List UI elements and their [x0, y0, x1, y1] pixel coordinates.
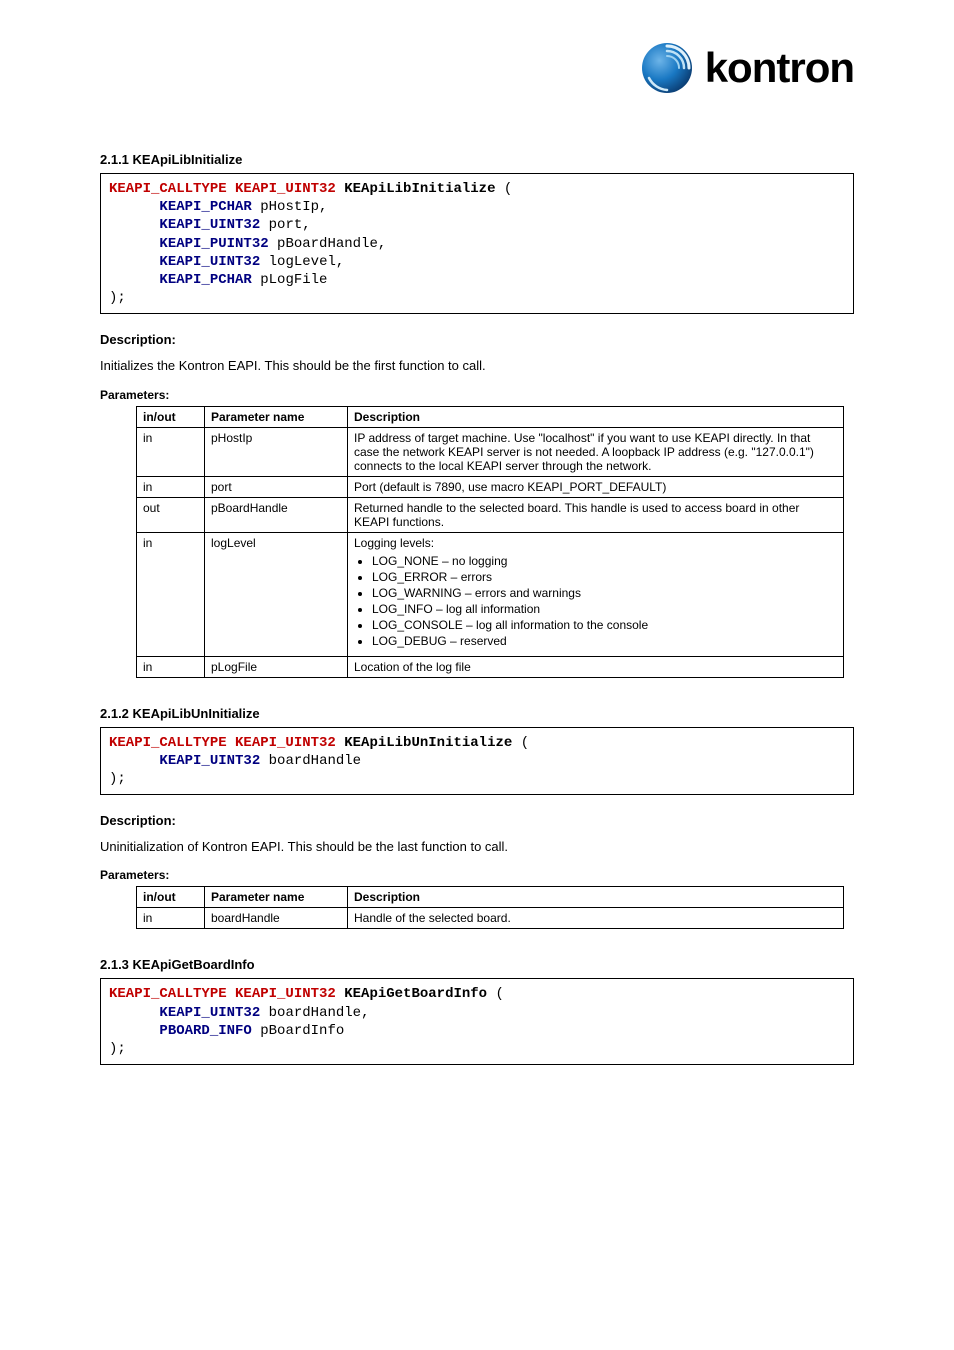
- table-row: in logLevel Logging levels: LOG_NONE – n…: [137, 532, 844, 656]
- kontron-swirl-icon: [641, 42, 693, 94]
- section-init: 2.1.1 KEApiLibInitialize KEAPI_CALLTYPE …: [100, 152, 854, 678]
- code-ret-type: KEAPI_CALLTYPE KEAPI_UINT32: [109, 181, 336, 197]
- code-uninit: KEAPI_CALLTYPE KEAPI_UINT32 KEApiLibUnIn…: [100, 727, 854, 796]
- brand-name: kontron: [705, 44, 854, 92]
- label-parameters: Parameters:: [100, 388, 854, 402]
- section-uninit: 2.1.2 KEApiLibUnInitialize KEAPI_CALLTYP…: [100, 706, 854, 930]
- code-fn-name: KEApiLibInitialize: [344, 181, 495, 197]
- code-boardinfo: KEAPI_CALLTYPE KEAPI_UINT32 KEApiGetBoar…: [100, 978, 854, 1065]
- table-row: in pHostIp IP address of target machine.…: [137, 427, 844, 476]
- table-row: in port Port (default is 7890, use macro…: [137, 476, 844, 497]
- page-header: kontron: [100, 42, 854, 94]
- label-parameters: Parameters:: [100, 868, 854, 882]
- label-description: Description:: [100, 813, 854, 828]
- heading-boardinfo: 2.1.3 KEApiGetBoardInfo: [100, 957, 854, 972]
- section-boardinfo: 2.1.3 KEApiGetBoardInfo KEAPI_CALLTYPE K…: [100, 957, 854, 1065]
- table-row: out pBoardHandle Returned handle to the …: [137, 497, 844, 532]
- heading-init: 2.1.1 KEApiLibInitialize: [100, 152, 854, 167]
- desc-uninit: Uninitialization of Kontron EAPI. This s…: [100, 838, 854, 856]
- params-table-uninit: in/out Parameter name Description in boa…: [136, 886, 844, 929]
- heading-uninit: 2.1.2 KEApiLibUnInitialize: [100, 706, 854, 721]
- label-description: Description:: [100, 332, 854, 347]
- table-row: in boardHandle Handle of the selected bo…: [137, 908, 844, 929]
- log-levels-list: LOG_NONE – no logging LOG_ERROR – errors…: [372, 553, 837, 650]
- desc-init: Initializes the Kontron EAPI. This shoul…: [100, 357, 854, 375]
- params-table-init: in/out Parameter name Description in pHo…: [136, 406, 844, 678]
- table-row: in pLogFile Location of the log file: [137, 656, 844, 677]
- code-init: KEAPI_CALLTYPE KEAPI_UINT32 KEApiLibInit…: [100, 173, 854, 314]
- brand-logo: kontron: [641, 42, 854, 94]
